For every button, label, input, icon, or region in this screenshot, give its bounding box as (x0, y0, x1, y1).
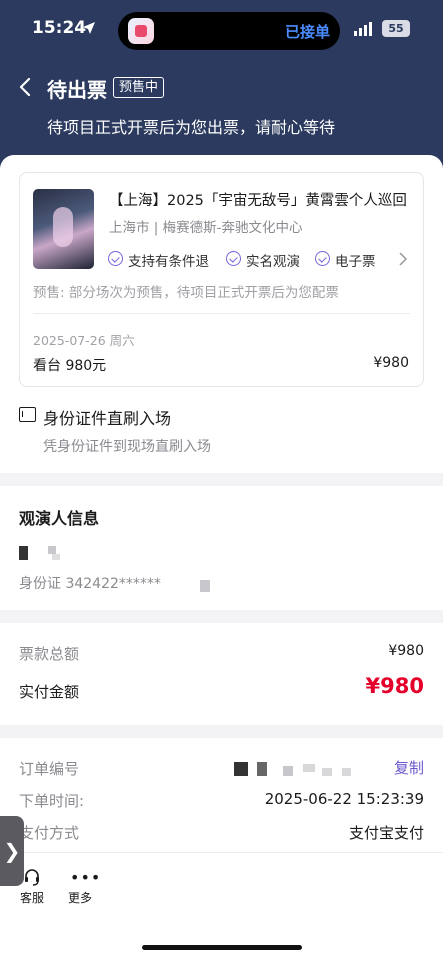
island-status-text: 已接单 (284, 23, 330, 41)
order-time-value: 2025-06-22 15:23:39 (264, 790, 424, 808)
page-title: 待出票 (47, 78, 107, 102)
check-circle-icon (226, 251, 241, 266)
check-circle-icon (108, 251, 123, 266)
redacted-order-number (303, 764, 315, 772)
redacted-id (200, 580, 210, 592)
ticket-tier: 看台 980元 (33, 358, 107, 374)
more-button[interactable]: 更多 (68, 889, 92, 906)
presale-note: 预售: 部分场次为预售，待项目正式开票后为您配票 (33, 285, 339, 301)
ticket-price: ¥980 (373, 355, 409, 371)
customer-service-button[interactable]: 客服 (20, 889, 44, 906)
event-title: 【上海】2025「宇宙无敌号」黄霄雲个人巡回 (109, 193, 407, 209)
entry-method-subtitle: 凭身份证件到现场直刷入场 (43, 439, 211, 455)
header: 15:24 已接单 55 待出票 预售中 待项目正式开票后为您出票，请耐心等待 (0, 0, 443, 175)
divider (0, 852, 443, 853)
entry-method-title: 身份证件直刷入场 (43, 409, 172, 428)
feature-realname: 实名观演 (246, 254, 300, 270)
redacted-order-number (234, 762, 248, 776)
page-subtitle: 待项目正式开票后为您出票，请耐心等待 (47, 118, 336, 137)
paid-label: 实付金额 (19, 683, 80, 701)
signal-icon (354, 22, 372, 36)
id-card-icon (19, 407, 36, 422)
more-dots-icon[interactable]: ••• (70, 870, 101, 886)
back-arrow-icon[interactable] (17, 78, 33, 96)
copy-button[interactable]: 复制 (394, 757, 424, 778)
event-poster[interactable] (33, 189, 94, 269)
headset-icon[interactable] (23, 868, 41, 886)
check-circle-icon (315, 251, 330, 266)
redacted-name (19, 546, 28, 560)
order-time-label: 下单时间: (19, 792, 85, 810)
clock: 15:24 (32, 18, 87, 38)
status-badge: 预售中 (113, 77, 165, 98)
home-indicator (142, 945, 302, 950)
feature-refund: 支持有条件退 (128, 254, 209, 270)
redacted-order-number (322, 768, 332, 776)
feature-eticket: 电子票 (335, 254, 376, 270)
app-icon (128, 18, 154, 44)
paid-value: ¥980 (365, 674, 424, 698)
redacted-name (52, 554, 60, 560)
audience-section-title: 观演人信息 (19, 509, 100, 528)
total-value: ¥980 (388, 643, 424, 659)
show-date: 2025-07-26 周六 (33, 333, 135, 348)
chevron-right-icon[interactable] (398, 252, 408, 266)
order-number-label: 订单编号 (19, 760, 80, 778)
dynamic-island[interactable]: 已接单 (118, 12, 340, 50)
status-bar: 15:24 已接单 55 (0, 0, 443, 60)
divider (33, 313, 410, 314)
redacted-order-number (283, 766, 293, 776)
redacted-order-number (257, 762, 267, 776)
event-venue: 上海市 | 梅赛德斯-奔驰文化中心 (109, 220, 303, 236)
redacted-order-number (342, 768, 351, 776)
side-expand-tab[interactable]: ❯ (0, 816, 24, 886)
payment-method-value: 支付宝支付 (348, 824, 424, 842)
total-label: 票款总额 (19, 645, 80, 663)
redacted-name (48, 546, 56, 554)
location-arrow-icon (83, 22, 95, 34)
battery-icon: 55 (382, 20, 410, 37)
payment-method-label: 支付方式 (19, 824, 80, 842)
audience-id-number: 身份证 342422****** (19, 576, 161, 592)
